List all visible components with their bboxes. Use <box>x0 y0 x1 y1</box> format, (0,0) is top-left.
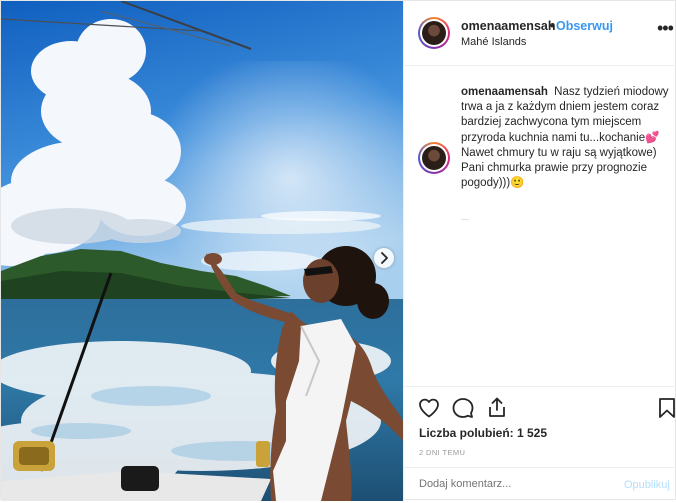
add-comment-bar: Opublikuj <box>404 467 676 503</box>
share-icon <box>489 397 505 417</box>
caption-avatar-image <box>422 146 446 170</box>
save-button[interactable] <box>655 396 676 420</box>
post-header: omenaamensah • Obserwuj Mahé Islands ••• <box>404 1 676 66</box>
follow-button[interactable]: Obserwuj <box>556 19 613 33</box>
post-sidebar: omenaamensah • Obserwuj Mahé Islands •••… <box>403 1 676 501</box>
caption-time: — <box>461 215 470 224</box>
instagram-post: omenaamensah • Obserwuj Mahé Islands •••… <box>0 0 676 501</box>
publish-button[interactable]: Opublikuj <box>624 479 670 491</box>
comment-input[interactable] <box>419 478 599 490</box>
share-button[interactable] <box>485 395 509 419</box>
caption-text: Nasz tydzień miodowy trwa a ja z każdym … <box>461 86 669 190</box>
separator-dot: • <box>550 19 555 33</box>
post-timestamp[interactable]: 2 DNI TEMU <box>419 448 465 457</box>
action-bar: Liczba polubień: 1 525 2 DNI TEMU Opubli… <box>404 386 676 502</box>
avatar[interactable] <box>418 17 450 49</box>
comment-button[interactable] <box>451 396 475 420</box>
post-photo[interactable] <box>1 1 403 501</box>
avatar-image <box>422 21 446 45</box>
caption: omenaamensah Nasz tydzień miodowy trwa a… <box>461 85 669 191</box>
bookmark-icon <box>659 398 675 418</box>
like-button[interactable] <box>417 396 441 420</box>
comments-section: omenaamensah Nasz tydzień miodowy trwa a… <box>404 66 676 386</box>
comment-icon <box>452 398 474 418</box>
photo-scene <box>1 1 403 501</box>
caption-avatar[interactable] <box>418 142 450 174</box>
likes-count[interactable]: Liczba polubień: 1 525 <box>419 426 547 440</box>
header-username[interactable]: omenaamensah <box>461 19 555 33</box>
heart-icon <box>419 398 439 418</box>
location-link[interactable]: Mahé Islands <box>461 36 526 48</box>
more-options-icon[interactable]: ••• <box>657 19 674 37</box>
next-photo-button[interactable] <box>374 248 394 268</box>
caption-username[interactable]: omenaamensah <box>461 86 548 98</box>
chevron-right-icon <box>381 252 388 264</box>
